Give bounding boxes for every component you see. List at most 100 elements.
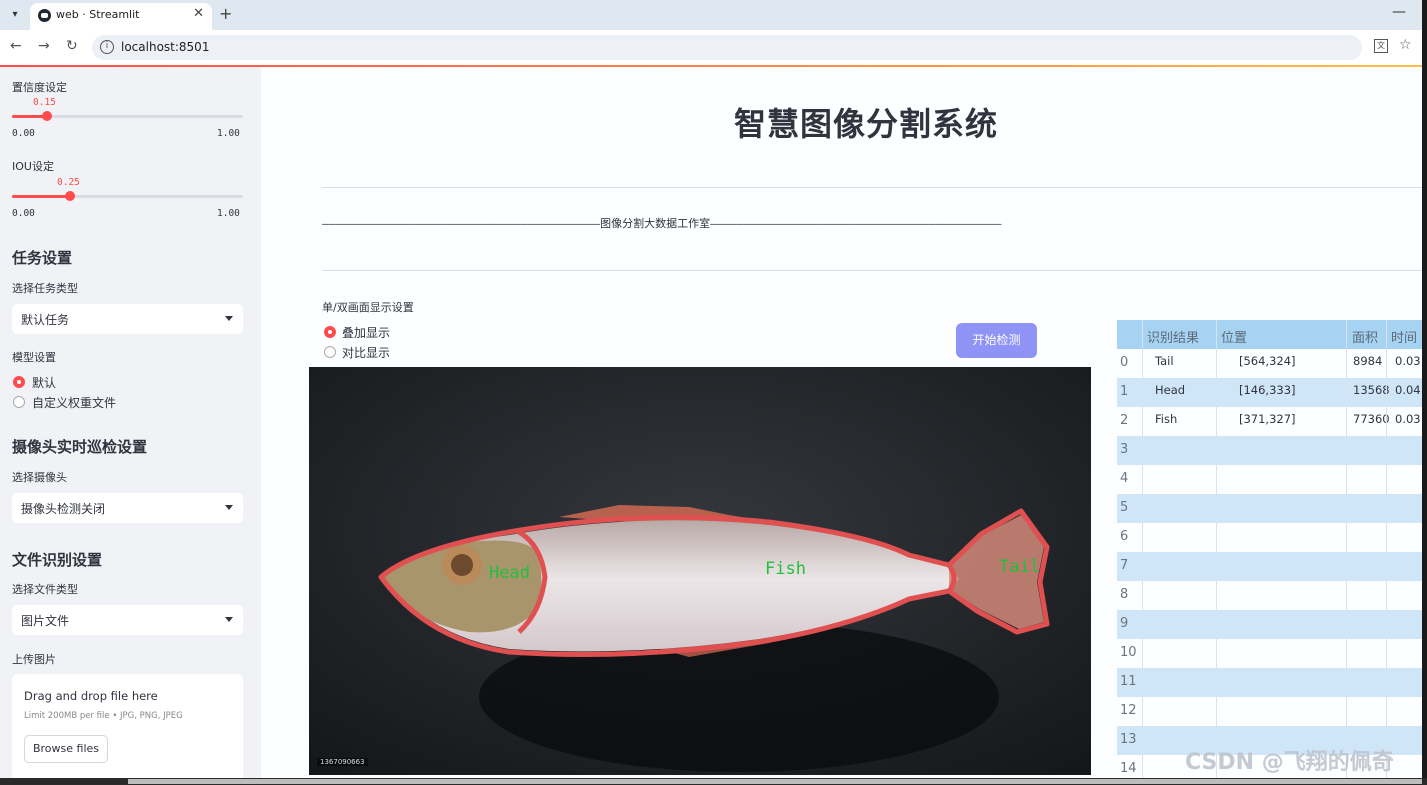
model-radio-default[interactable] xyxy=(13,376,25,388)
table-row[interactable]: 11 xyxy=(1117,668,1422,697)
camera-select[interactable]: 摄像头检测关闭 xyxy=(12,493,243,523)
tab-search-icon[interactable]: ▾ xyxy=(6,6,24,24)
model-radio-custom[interactable] xyxy=(13,396,25,408)
row-index: 10 xyxy=(1120,645,1137,660)
table-row[interactable]: 3 xyxy=(1117,436,1422,465)
table-row[interactable]: 7 xyxy=(1117,552,1422,581)
reload-icon[interactable]: ↻ xyxy=(66,38,78,54)
tab-title: web · Streamlit xyxy=(56,8,140,21)
fish-pupil xyxy=(451,554,473,576)
confidence-slider-thumb[interactable] xyxy=(41,111,52,121)
row-index: 14 xyxy=(1120,761,1137,776)
column-divider xyxy=(1386,320,1387,780)
head-detection-label: Head xyxy=(489,563,530,583)
back-icon[interactable]: ← xyxy=(10,38,22,54)
cell-position: [564,324] xyxy=(1239,354,1296,368)
header-area[interactable]: 面积 xyxy=(1352,327,1378,346)
chevron-down-icon xyxy=(225,505,233,510)
address-bar: ← → ↻ i localhost:8501 xyxy=(0,30,1422,66)
sidebar: 置信度设定 0.15 0.00 1.00 IOU设定 0.25 0.00 1.0… xyxy=(0,67,261,780)
row-index: 8 xyxy=(1120,587,1129,602)
studio-subtitle: ————————————————————————————————————————… xyxy=(322,217,1002,230)
table-row[interactable]: 4 xyxy=(1117,465,1422,494)
file-type-select[interactable]: 图片文件 xyxy=(12,605,243,635)
table-row[interactable]: 1 Head [146,333] 13568 0.04 xyxy=(1117,378,1422,407)
upload-label: 上传图片 xyxy=(12,653,56,666)
table-row[interactable]: 9 xyxy=(1117,610,1422,639)
model-settings-label: 模型设置 xyxy=(12,351,56,364)
minimize-icon[interactable]: — xyxy=(1392,4,1406,20)
table-row[interactable]: 2 Fish [371,327] 77360 0.03 xyxy=(1117,407,1422,436)
chevron-down-icon xyxy=(225,316,233,321)
file-dropzone[interactable]: Drag and drop file here Limit 200MB per … xyxy=(12,674,243,780)
forward-icon[interactable]: → xyxy=(38,38,50,54)
site-info-icon[interactable]: i xyxy=(100,40,114,54)
row-index: 6 xyxy=(1120,529,1129,544)
display-option-compare[interactable]: 对比显示 xyxy=(342,344,390,361)
header-position[interactable]: 位置 xyxy=(1221,327,1247,346)
iou-slider[interactable] xyxy=(12,191,243,201)
tab-bar: ▾ web · Streamlit ✕ + — xyxy=(0,0,1422,30)
task-type-value: 默认任务 xyxy=(21,313,70,327)
iou-min: 0.00 xyxy=(12,208,35,219)
table-row[interactable]: 5 xyxy=(1117,494,1422,523)
header-result[interactable]: 识别结果 xyxy=(1147,327,1199,346)
iou-slider-thumb[interactable] xyxy=(64,191,75,201)
iou-slider-fill xyxy=(12,195,70,198)
cell-area: 13568 xyxy=(1353,383,1390,397)
table-header: 识别结果 位置 面积 时间 xyxy=(1117,320,1422,349)
row-index: 9 xyxy=(1120,616,1129,631)
task-type-label: 选择任务类型 xyxy=(12,282,78,295)
iou-max: 1.00 xyxy=(217,208,240,219)
segmentation-result-image: Head Fish Tail 1367090663 xyxy=(309,367,1091,775)
display-radio-overlay[interactable] xyxy=(324,326,336,338)
column-divider xyxy=(1216,320,1217,780)
cell-time: 0.03 xyxy=(1395,354,1421,368)
divider xyxy=(322,187,1422,188)
table-row[interactable]: 12 xyxy=(1117,697,1422,726)
confidence-label: 置信度设定 xyxy=(12,81,67,94)
model-option-default[interactable]: 默认 xyxy=(32,374,56,391)
column-divider xyxy=(1142,320,1143,780)
camera-label: 选择摄像头 xyxy=(12,471,67,484)
cell-area: 77360 xyxy=(1353,412,1390,426)
file-type-label: 选择文件类型 xyxy=(12,583,78,596)
start-detection-button[interactable]: 开始检测 xyxy=(956,323,1037,358)
table-row[interactable]: 10 xyxy=(1117,639,1422,668)
row-index: 1 xyxy=(1120,384,1129,399)
browse-files-button[interactable]: Browse files xyxy=(24,735,108,763)
new-tab-icon[interactable]: + xyxy=(219,4,232,23)
page-title: 智慧图像分割系统 xyxy=(734,105,999,143)
display-mode-label: 单/双画面显示设置 xyxy=(322,301,414,314)
model-option-custom[interactable]: 自定义权重文件 xyxy=(32,394,116,411)
browser-tab[interactable]: web · Streamlit ✕ xyxy=(30,3,212,30)
confidence-max: 1.00 xyxy=(217,128,240,139)
camera-value: 摄像头检测关闭 xyxy=(21,502,106,516)
display-option-overlay[interactable]: 叠加显示 xyxy=(342,324,390,341)
confidence-value: 0.15 xyxy=(33,97,56,108)
confidence-slider[interactable] xyxy=(12,111,243,121)
results-table[interactable]: 识别结果 位置 面积 时间 0 Tail [564,324] 8984 0.03 1 Hea… xyxy=(1117,320,1422,780)
url-text: localhost:8501 xyxy=(121,40,210,54)
table-row[interactable]: 8 xyxy=(1117,581,1422,610)
tab-close-icon[interactable]: ✕ xyxy=(193,6,204,21)
confidence-min: 0.00 xyxy=(12,128,35,139)
header-time[interactable]: 时间 xyxy=(1391,327,1417,346)
cell-position: [371,327] xyxy=(1239,412,1296,426)
task-type-select[interactable]: 默认任务 xyxy=(12,304,243,334)
scrollbar-thumb[interactable] xyxy=(128,779,1422,784)
translate-icon[interactable]: 文 xyxy=(1374,39,1388,53)
main-content: 智慧图像分割系统 ———————————————————————————————… xyxy=(261,67,1422,780)
file-settings-heading: 文件识别设置 xyxy=(12,551,103,569)
display-radio-compare[interactable] xyxy=(324,346,336,358)
bottom-scrollbar xyxy=(0,778,1427,785)
chevron-down-icon xyxy=(225,617,233,622)
row-index: 4 xyxy=(1120,471,1129,486)
table-row[interactable]: 0 Tail [564,324] 8984 0.03 xyxy=(1117,349,1422,378)
bookmark-star-icon[interactable]: ☆ xyxy=(1399,37,1412,53)
image-id: 1367090663 xyxy=(317,758,368,766)
column-divider xyxy=(1346,320,1347,780)
url-field[interactable]: i localhost:8501 xyxy=(92,35,1362,60)
table-row[interactable]: 6 xyxy=(1117,523,1422,552)
row-index: 0 xyxy=(1120,355,1129,370)
